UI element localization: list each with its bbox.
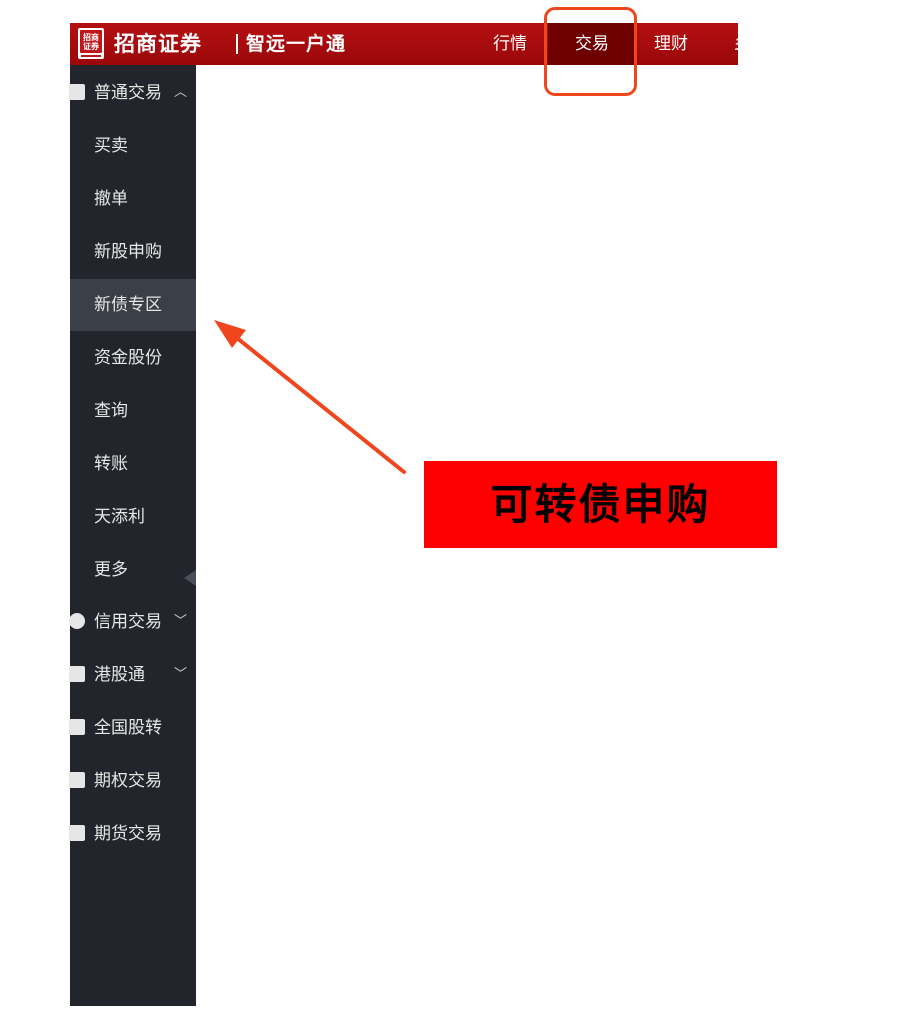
sidebar-item-tiantianli[interactable]: 天添利 — [70, 491, 196, 543]
brand-name: 招商证券 — [114, 31, 202, 56]
sidebar-item-more[interactable]: 更多 — [70, 544, 196, 596]
logo-text: 招商证券 — [83, 32, 99, 51]
chevron-down-icon: ﹀ — [174, 614, 188, 629]
sidebar-item-transfer[interactable]: 转账 — [70, 438, 196, 490]
brand-divider — [236, 34, 238, 54]
sidebar-group-normal-trade[interactable]: 普通交易 ︿ — [69, 67, 196, 119]
sidebar-group-label: 全国股转 — [94, 718, 162, 738]
chevron-up-icon: ︿ — [174, 85, 188, 100]
sidebar-group-credit-trade[interactable]: 信用交易 ﹀ — [69, 596, 196, 648]
sidebar-item-buy-sell[interactable]: 买卖 — [70, 120, 196, 172]
sidebar-item-ipo-subscribe[interactable]: 新股申购 — [70, 226, 196, 278]
sidebar-item-new-bonds[interactable]: 新债专区 — [70, 279, 196, 331]
sidebar-item-cancel-order[interactable]: 撤单 — [70, 173, 196, 225]
brand-slogan: 智远一户通 — [246, 33, 347, 55]
sidebar-group-label: 信用交易 — [94, 612, 162, 632]
tab-wealth[interactable]: 理财 — [640, 23, 702, 65]
collapse-handle-icon[interactable] — [184, 570, 196, 586]
sidebar: 普通交易 ︿ 买卖 撤单 新股申购 新债专区 资金股份 查询 转账 天添利 更多… — [69, 65, 196, 1006]
sidebar-group-futures[interactable]: 期货交易 — [69, 808, 196, 860]
star-icon — [69, 613, 85, 629]
option-icon — [69, 772, 85, 788]
sidebar-group-label: 期货交易 — [94, 824, 162, 844]
sidebar-item-query[interactable]: 查询 — [70, 385, 196, 437]
active-tab-highlight — [544, 7, 637, 96]
tab-more[interactable]: 乡 — [722, 23, 739, 65]
sidebar-group-options[interactable]: 期权交易 — [69, 755, 196, 807]
sidebar-group-label: 普通交易 — [94, 83, 162, 103]
top-bar: 招商证券 招商证券 智远一户通 行情 交易 理财 乡 — [70, 23, 738, 65]
logo-icon: 招商证券 — [78, 28, 104, 59]
sidebar-group-hk-connect[interactable]: 港股通 ﹀ — [69, 649, 196, 701]
sidebar-group-neeq[interactable]: 全国股转 — [69, 702, 196, 754]
hk-icon — [69, 666, 85, 682]
cart-icon — [69, 719, 85, 735]
sidebar-group-label: 港股通 — [94, 665, 145, 685]
chevron-down-icon: ﹀ — [174, 667, 188, 682]
sidebar-group-label: 期权交易 — [94, 771, 162, 791]
tab-market[interactable]: 行情 — [478, 23, 542, 65]
futures-icon — [69, 825, 85, 841]
sidebar-item-funds-shares[interactable]: 资金股份 — [70, 332, 196, 384]
list-icon — [69, 84, 85, 100]
callout-label: 可转债申购 — [424, 461, 777, 548]
